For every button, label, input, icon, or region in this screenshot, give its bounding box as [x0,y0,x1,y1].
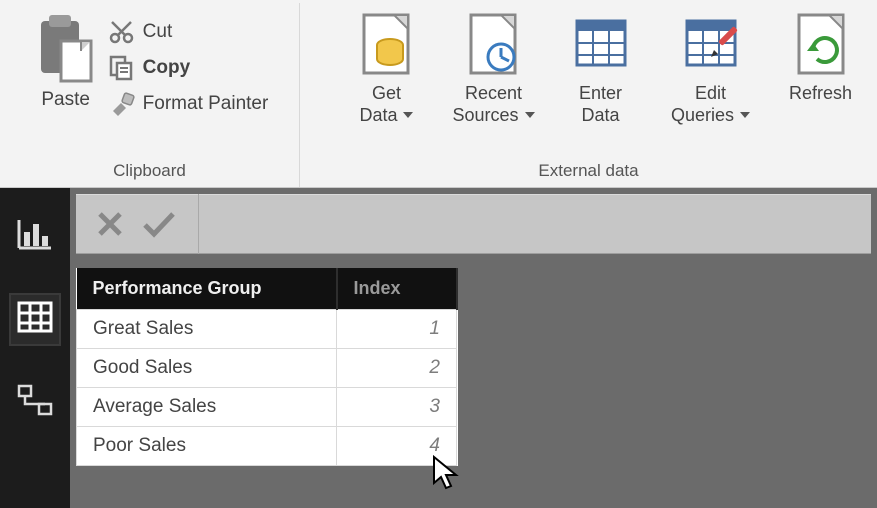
refresh-button[interactable]: Refresh [779,13,863,126]
clipboard-actions: Cut Copy Format Painte [109,13,269,117]
ribbon-group-clipboard: Paste Cut [0,3,300,187]
edit-queries-button[interactable]: Edit Queries [661,13,761,126]
cell-name[interactable]: Poor Sales [77,427,337,466]
edit-queries-icon [683,13,739,77]
recent-sources-label-l1: Recent [452,83,534,105]
edit-queries-label-l2: Queries [671,105,734,127]
ribbon: Paste Cut [0,0,877,188]
data-grid-area: Performance Group Index Great Sales 1 Go… [76,268,871,508]
copy-label: Copy [143,57,191,79]
report-view-button[interactable] [17,218,53,255]
external-data-group-label: External data [538,155,638,187]
formula-bar [76,194,871,254]
cell-index[interactable]: 1 [337,310,457,349]
copy-icon [109,55,135,81]
cell-name[interactable]: Good Sales [77,349,337,388]
ribbon-group-external-data: Get Data Recent Sources [300,3,877,187]
cell-index[interactable]: 2 [337,349,457,388]
get-data-button[interactable]: Get Data [344,13,428,126]
paste-label: Paste [41,89,90,111]
enter-data-icon [573,13,629,77]
confirm-icon[interactable] [142,210,176,238]
paintbrush-icon [109,91,135,117]
refresh-label: Refresh [789,83,852,105]
relationship-icon [17,384,53,416]
edit-queries-label-l1: Edit [671,83,750,105]
get-data-label-l1: Get [359,83,413,105]
recent-sources-icon [465,13,521,77]
enter-data-button[interactable]: Enter Data [559,13,643,126]
enter-data-label-l1: Enter [579,83,622,105]
data-table: Performance Group Index Great Sales 1 Go… [76,268,458,466]
get-data-label-l2: Data [359,105,397,127]
bar-chart-icon [17,218,53,250]
table-row[interactable]: Good Sales 2 [77,349,457,388]
enter-data-label-l2: Data [579,105,622,127]
format-painter-label: Format Painter [143,93,269,115]
table-row[interactable]: Poor Sales 4 [77,427,457,466]
table-row[interactable]: Average Sales 3 [77,388,457,427]
recent-sources-button[interactable]: Recent Sources [446,13,540,126]
view-rail [0,188,70,508]
format-painter-button[interactable]: Format Painter [109,91,269,117]
model-view-button[interactable] [17,384,53,421]
cut-button[interactable]: Cut [109,19,269,45]
column-header-index[interactable]: Index [337,268,457,310]
table-row[interactable]: Great Sales 1 [77,310,457,349]
cell-index[interactable]: 3 [337,388,457,427]
paste-button[interactable]: Paste [31,13,101,111]
chevron-down-icon [403,112,413,118]
recent-sources-label-l2: Sources [452,105,518,127]
cell-name[interactable]: Great Sales [77,310,337,349]
data-view-button[interactable] [11,295,59,344]
clipboard-group-label: Clipboard [113,155,186,187]
mouse-cursor-icon [432,455,460,491]
copy-button[interactable]: Copy [109,55,269,81]
cancel-icon[interactable] [96,210,124,238]
table-header-row: Performance Group Index [77,268,457,310]
chevron-down-icon [740,112,750,118]
chevron-down-icon [525,112,535,118]
formula-input[interactable] [199,194,871,254]
refresh-icon [793,13,849,77]
scissors-icon [109,19,135,45]
get-data-icon [358,13,414,77]
column-header-performance-group[interactable]: Performance Group [77,268,337,310]
cell-name[interactable]: Average Sales [77,388,337,427]
paste-icon [37,13,95,85]
table-icon [17,301,53,333]
cut-label: Cut [143,21,173,43]
